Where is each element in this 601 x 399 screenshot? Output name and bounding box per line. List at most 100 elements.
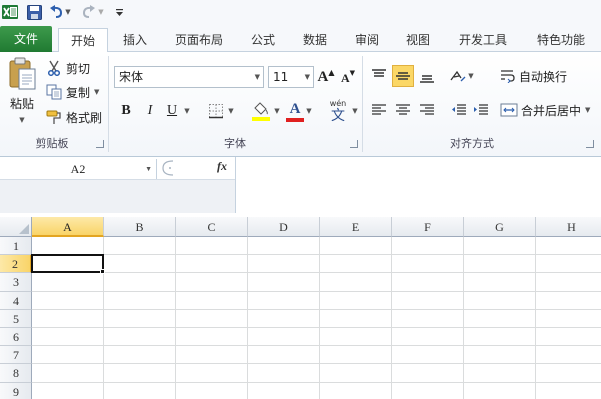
row-gridline	[32, 327, 601, 328]
column-header-c[interactable]: C	[176, 217, 248, 237]
row-header-8[interactable]: 8	[0, 364, 32, 383]
customize-qat-icon[interactable]	[114, 3, 124, 21]
active-cell[interactable]	[31, 254, 104, 274]
merge-center-dropdown-icon[interactable]: ▼	[585, 106, 590, 114]
paste-label: 粘贴	[9, 96, 34, 111]
tab-home[interactable]: 开始	[58, 28, 108, 53]
copy-dropdown-icon[interactable]: ▼	[94, 88, 99, 96]
font-launcher-icon[interactable]	[350, 140, 358, 148]
borders-dropdown-icon[interactable]: ▼	[226, 101, 236, 121]
merge-center-button[interactable]: 合并后居中 ▼	[500, 99, 596, 121]
wrap-text-button[interactable]: 自动换行	[500, 65, 578, 87]
column-header-b[interactable]: B	[104, 217, 176, 237]
worksheet-grid[interactable]: ABCDEFGH 123456789	[0, 213, 601, 399]
clipboard-launcher-icon[interactable]	[96, 140, 104, 148]
row-header-9[interactable]: 9	[0, 382, 32, 399]
align-top-icon	[372, 69, 386, 77]
format-painter-button[interactable]: 格式刷	[46, 108, 104, 126]
tab-formulas[interactable]: 公式	[240, 28, 286, 52]
merge-center-icon	[500, 103, 518, 117]
row-header-1[interactable]: 1	[0, 237, 32, 256]
row-header-3[interactable]: 3	[0, 273, 32, 292]
fill-color-dropdown-icon[interactable]: ▼	[272, 101, 282, 121]
phonetic-pinyin-label: wén	[329, 98, 347, 108]
tab-page-layout[interactable]: 页面布局	[166, 28, 232, 52]
align-middle-button[interactable]	[392, 65, 414, 87]
bold-button[interactable]: B	[116, 101, 136, 121]
borders-button[interactable]	[206, 101, 226, 121]
increase-indent-button[interactable]	[470, 99, 492, 121]
align-top-button[interactable]	[368, 65, 390, 87]
cut-button[interactable]: 剪切	[46, 59, 94, 77]
shrink-font-button[interactable]: A ▼	[339, 67, 357, 87]
save-icon[interactable]	[26, 3, 42, 21]
font-size-combo[interactable]: 11 ▼	[268, 66, 314, 88]
row-header-4[interactable]: 4	[0, 291, 32, 310]
row-header-7[interactable]: 7	[0, 346, 32, 365]
underline-button[interactable]: U	[162, 101, 182, 121]
redo-dropdown-icon[interactable]: ▼	[97, 3, 105, 21]
phonetic-button[interactable]: wén 文	[326, 97, 350, 125]
font-name-combo[interactable]: 宋体 ▼	[114, 66, 264, 88]
tab-features[interactable]: 特色功能	[528, 28, 594, 52]
quick-access-toolbar: ▼ ▼	[0, 0, 601, 24]
undo-icon[interactable]	[48, 3, 64, 21]
grow-font-button[interactable]: A ▲	[317, 67, 335, 87]
align-right-button[interactable]	[416, 99, 438, 121]
wrap-text-label: 自动换行	[519, 69, 568, 84]
italic-button[interactable]: I	[140, 101, 160, 121]
column-header-e[interactable]: E	[320, 217, 392, 237]
orientation-button[interactable]	[448, 65, 468, 87]
decrease-indent-button[interactable]	[448, 99, 470, 121]
column-gridline	[391, 237, 392, 399]
formula-bar-grip-icon[interactable]	[159, 160, 175, 176]
orientation-dropdown-icon[interactable]: ▼	[466, 65, 476, 87]
column-header-a[interactable]: A	[32, 217, 104, 237]
paintbrush-icon	[46, 110, 61, 124]
select-all-icon	[19, 224, 29, 234]
insert-function-icon[interactable]: fx	[217, 159, 227, 174]
fill-color-button[interactable]	[250, 99, 272, 123]
select-all-corner[interactable]	[0, 217, 32, 237]
phonetic-dropdown-icon[interactable]: ▼	[350, 101, 360, 121]
column-gridline	[535, 237, 536, 399]
tab-insert[interactable]: 插入	[112, 28, 158, 52]
grow-font-icon: A	[317, 68, 329, 85]
column-header-f[interactable]: F	[392, 217, 464, 237]
align-left-button[interactable]	[368, 99, 390, 121]
align-center-icon	[396, 104, 410, 115]
column-header-g[interactable]: G	[464, 217, 536, 237]
row-gridline	[32, 363, 601, 365]
font-color-button[interactable]: A	[286, 99, 304, 123]
align-center-button[interactable]	[392, 99, 414, 121]
redo-icon[interactable]	[80, 3, 96, 21]
row-gridline	[32, 272, 601, 274]
tab-data[interactable]: 数据	[292, 28, 338, 52]
tab-review[interactable]: 审阅	[344, 28, 390, 52]
formula-input[interactable]	[235, 157, 601, 213]
row-header-2[interactable]: 2	[0, 255, 32, 274]
row-gridline	[32, 381, 601, 383]
column-header-h[interactable]: H	[536, 217, 601, 237]
name-box[interactable]: A2 ▼	[0, 159, 157, 179]
underline-dropdown-icon[interactable]: ▼	[182, 101, 192, 121]
increase-indent-icon	[474, 104, 488, 115]
alignment-launcher-icon[interactable]	[586, 140, 594, 148]
excel-icon[interactable]	[2, 3, 18, 21]
font-size-dropdown-icon[interactable]: ▼	[305, 67, 310, 87]
name-box-dropdown-icon[interactable]: ▼	[145, 159, 152, 179]
row-header-6[interactable]: 6	[0, 328, 32, 347]
font-color-dropdown-icon[interactable]: ▼	[304, 101, 314, 121]
column-header-d[interactable]: D	[248, 217, 320, 237]
fill-handle[interactable]	[100, 269, 105, 275]
paste-dropdown-icon[interactable]: ▼	[19, 116, 24, 124]
tab-view[interactable]: 视图	[395, 28, 441, 52]
font-name-dropdown-icon[interactable]: ▼	[255, 67, 260, 87]
paste-button[interactable]: 粘贴 ▼	[4, 56, 40, 124]
undo-dropdown-icon[interactable]: ▼	[64, 3, 72, 21]
copy-button[interactable]: 复制 ▼	[46, 83, 104, 101]
tab-file[interactable]: 文件	[0, 26, 52, 52]
align-bottom-button[interactable]	[416, 65, 438, 87]
tab-developer[interactable]: 开发工具	[450, 28, 516, 52]
row-header-5[interactable]: 5	[0, 309, 32, 328]
